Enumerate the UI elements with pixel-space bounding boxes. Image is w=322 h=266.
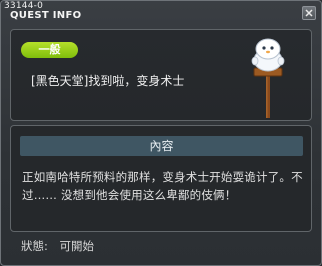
status-value: 可開始 [59, 239, 95, 253]
close-icon [305, 9, 313, 17]
quest-summary-panel: 一般 [黑色天堂]找到啦，变身术士 [10, 29, 312, 121]
snowman-sign-icon [251, 38, 285, 118]
quest-category-badge: 一般 [21, 42, 78, 58]
content-body: 正如南哈特所预料的那样，变身术士开始耍诡计了。不过…… 没想到他会使用这么卑鄙的… [22, 170, 303, 202]
quest-name: [黑色天堂]找到啦，变身术士 [31, 74, 185, 88]
window-title: QUEST INFO [10, 10, 82, 21]
content-header: 內容 [20, 136, 303, 156]
close-button[interactable] [302, 6, 316, 20]
status-label: 狀態: [21, 239, 48, 253]
quest-content-panel: 內容 正如南哈特所预料的那样，变身术士开始耍诡计了。不过…… 没想到他会使用这么… [10, 125, 312, 232]
quest-status-row: 狀態: 可開始 [21, 238, 94, 254]
quest-info-window: 33144-0 QUEST INFO 一般 [黑色天堂]找到啦，变身术士 內容 … [0, 0, 322, 266]
